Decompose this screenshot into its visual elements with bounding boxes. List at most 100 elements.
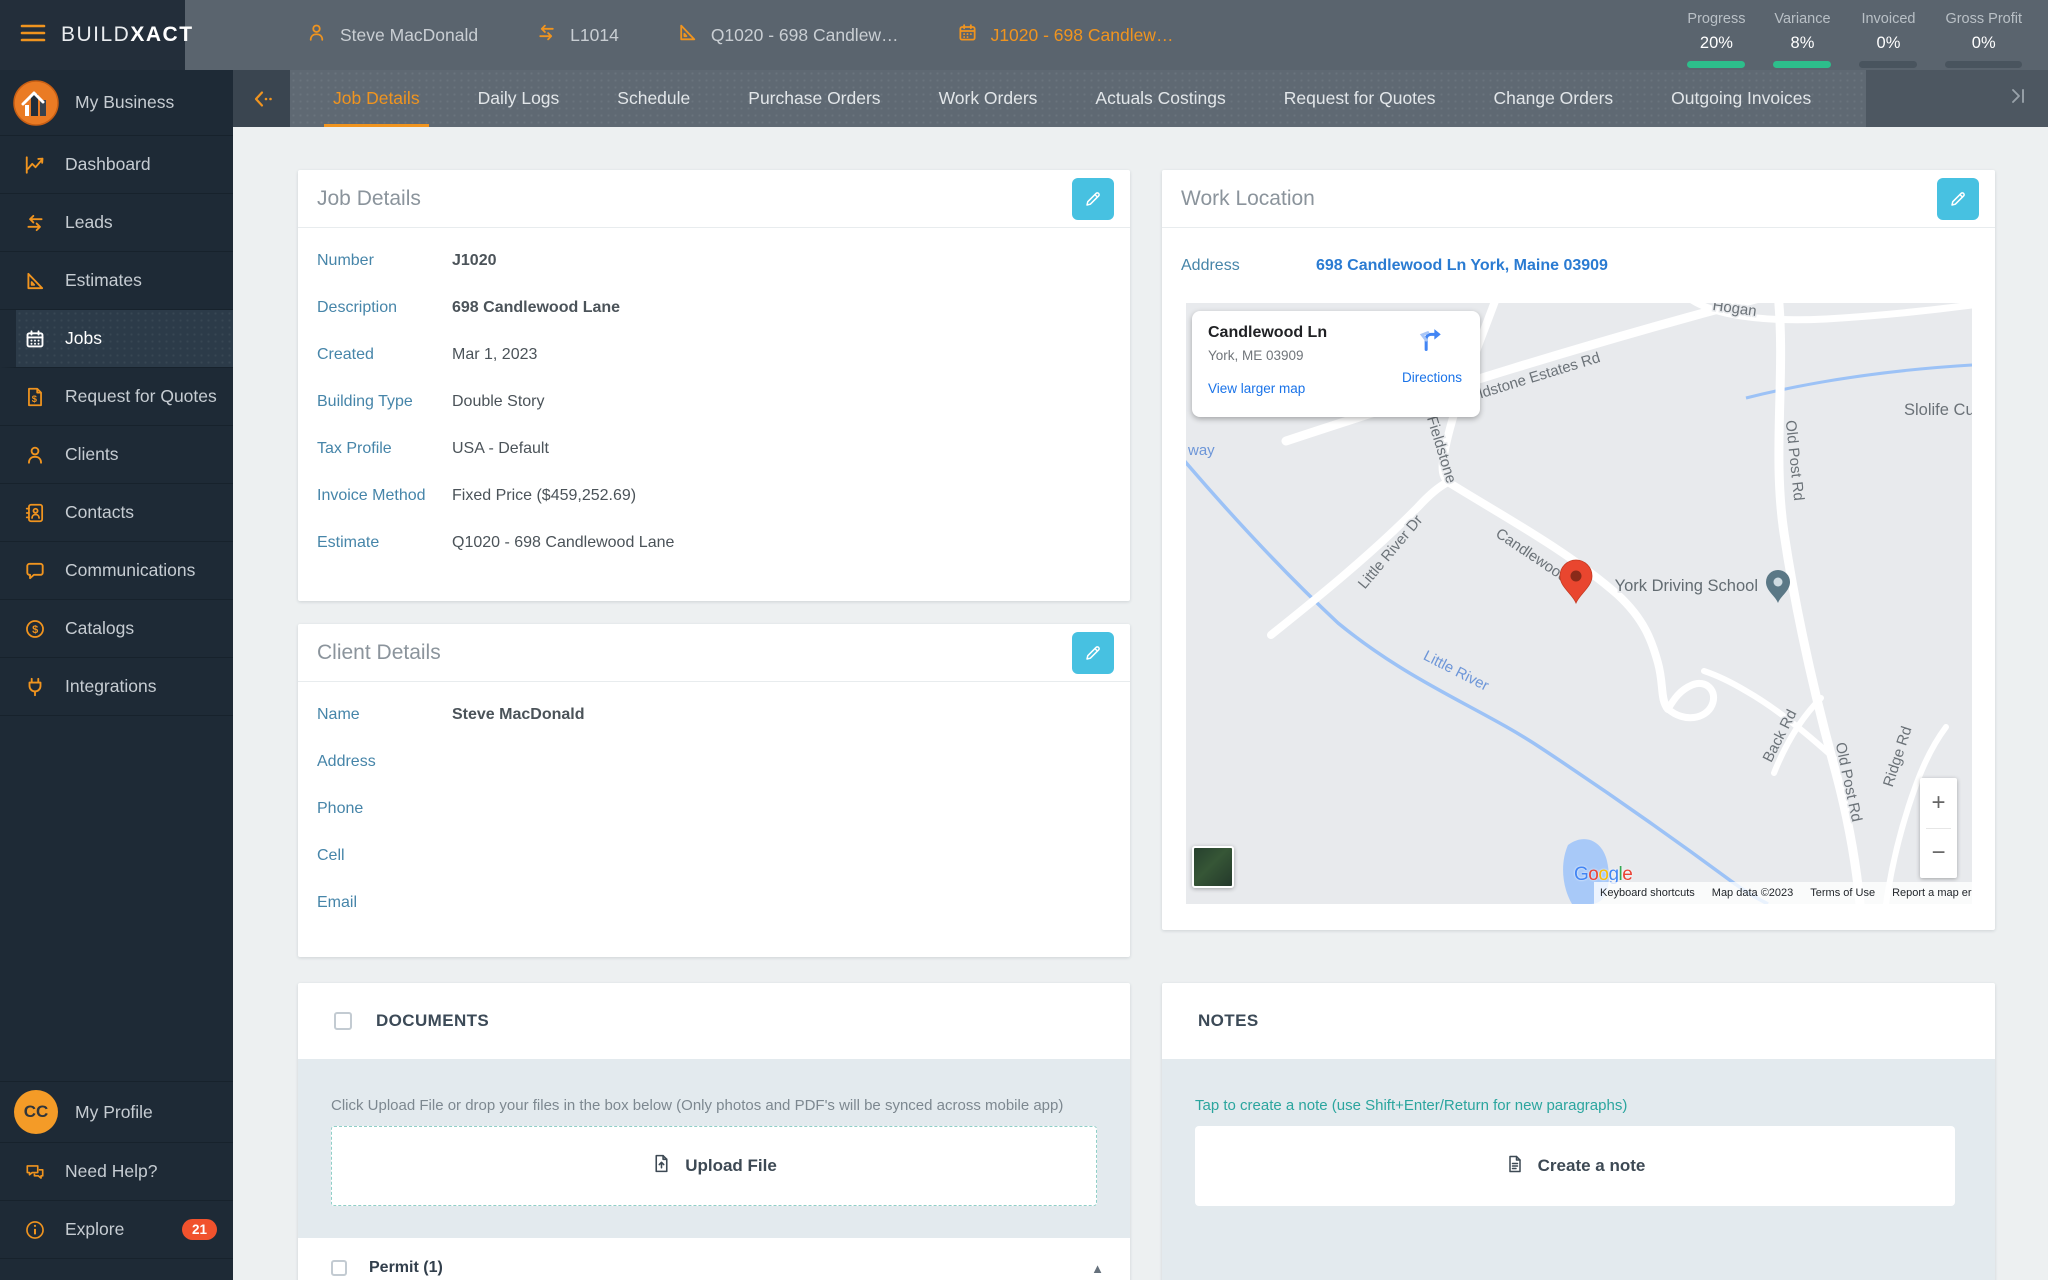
school-map-pin[interactable] <box>1766 570 1790 603</box>
permit-checkbox[interactable] <box>331 1260 347 1276</box>
google-letter: G <box>1574 864 1588 885</box>
notes-title: NOTES <box>1198 1011 1259 1031</box>
sidebar-item-request-for-quotes[interactable]: $ Request for Quotes <box>0 368 233 426</box>
edit-work-location-button[interactable] <box>1937 178 1979 220</box>
keyboard-shortcuts-link[interactable]: Keyboard shortcuts <box>1600 887 1695 899</box>
tab-outgoing-invoices[interactable]: Outgoing Invoices <box>1642 70 1840 127</box>
documents-instruction: Click Upload File or drop your files in … <box>298 1059 1130 1114</box>
stat-variance: Variance 8% <box>1773 0 1831 70</box>
breadcrumb: Steve MacDonald L1014 Q1020 - 698 Candle… <box>306 0 1173 70</box>
stat-gross-profit-value: 0% <box>1972 34 1996 53</box>
field-row-email: Email <box>298 879 1130 926</box>
map-label-york-driving-school: York Driving School <box>1615 577 1758 595</box>
stat-gross-profit-label: Gross Profit <box>1945 11 2022 27</box>
logo-zone: BUILDXACT <box>0 0 185 70</box>
field-value: Fixed Price ($459,252.69) <box>452 487 636 505</box>
job-details-fields: Number J1020 Description 698 Candlewood … <box>298 228 1130 566</box>
terms-of-use-link[interactable]: Terms of Use <box>1810 887 1875 899</box>
job-details-card: Job Details Number J1020 Description 698… <box>298 170 1130 601</box>
document-group-permit[interactable]: Permit (1) ▲ <box>298 1238 1130 1280</box>
field-value: USA - Default <box>452 440 549 458</box>
breadcrumb-estimate[interactable]: Q1020 - 698 Candlew… <box>677 22 899 48</box>
sidebar-item-leads[interactable]: Leads <box>0 194 233 252</box>
sidebar-item-dashboard[interactable]: Dashboard <box>0 136 233 194</box>
sidebar-item-clients[interactable]: Clients <box>0 426 233 484</box>
tab-daily-logs[interactable]: Daily Logs <box>449 70 589 127</box>
calendar-icon <box>957 22 978 48</box>
breadcrumb-lead[interactable]: L1014 <box>536 22 619 48</box>
create-note-button[interactable]: Create a note <box>1195 1126 1955 1206</box>
brand-logo[interactable]: BUILDXACT <box>61 23 194 47</box>
breadcrumb-job-active[interactable]: J1020 - 698 Candlew… <box>957 22 1174 48</box>
sidebar-item-explore[interactable]: Explore 21 <box>0 1201 233 1259</box>
stat-invoiced-bar <box>1859 61 1917 68</box>
tab-actuals-costings[interactable]: Actuals Costings <box>1066 70 1254 127</box>
back-button[interactable] <box>233 70 290 127</box>
tab-strip-right <box>1866 70 2048 127</box>
sidebar-item-estimates[interactable]: Estimates <box>0 252 233 310</box>
tab-request-for-quotes[interactable]: Request for Quotes <box>1255 70 1465 127</box>
explore-count-badge: 21 <box>182 1219 217 1240</box>
edit-job-details-button[interactable] <box>1072 178 1114 220</box>
sidebar-item-label: Need Help? <box>65 1161 157 1182</box>
tab-job-details[interactable]: Job Details <box>304 70 449 127</box>
zoom-in-button[interactable]: + <box>1920 778 1957 828</box>
map-label-slolife: Slolife Cu <box>1904 401 1972 419</box>
documents-select-all-checkbox[interactable] <box>334 1012 352 1030</box>
sidebar-item-communications[interactable]: Communications <box>0 542 233 600</box>
satellite-view-toggle[interactable] <box>1192 846 1234 888</box>
field-row-phone: Phone <box>298 785 1130 832</box>
hamburger-menu-icon[interactable] <box>20 23 46 48</box>
set-square-icon <box>677 22 698 48</box>
communications-bubble-icon <box>24 560 46 582</box>
breadcrumb-client-label: Steve MacDonald <box>340 25 478 46</box>
report-map-error-link[interactable]: Report a map error <box>1892 887 1972 899</box>
address-link[interactable]: 698 Candlewood Ln York, Maine 03909 <box>1316 257 1608 275</box>
sidebar-item-jobs[interactable]: Jobs <box>0 310 233 368</box>
tab-scroll-end-icon[interactable] <box>2006 85 2030 112</box>
map-label-old-post-upper: Old Post Rd <box>1782 419 1807 501</box>
job-details-header: Job Details <box>298 170 1130 228</box>
notes-card: NOTES Tap to create a note (use Shift+En… <box>1162 983 1995 1280</box>
location-marker-pin[interactable] <box>1560 560 1592 603</box>
address-label: Address <box>1181 257 1316 275</box>
tab-work-orders[interactable]: Work Orders <box>910 70 1067 127</box>
sidebar-item-integrations[interactable]: Integrations <box>0 658 233 716</box>
directions-button[interactable]: Directions <box>1394 325 1470 385</box>
sidebar-item-my-business[interactable]: My Business <box>0 70 233 136</box>
company-logo-icon <box>13 80 59 126</box>
tab-schedule[interactable]: Schedule <box>588 70 719 127</box>
documents-title: DOCUMENTS <box>376 1011 489 1031</box>
field-label: Created <box>317 346 452 364</box>
leads-swap-icon <box>24 212 46 234</box>
collapse-caret-icon[interactable]: ▲ <box>1091 1261 1104 1276</box>
sidebar-item-label: Catalogs <box>65 618 134 639</box>
breadcrumb-client[interactable]: Steve MacDonald <box>306 22 478 48</box>
tab-change-orders[interactable]: Change Orders <box>1465 70 1643 127</box>
field-row-estimate: Estimate Q1020 - 698 Candlewood Lane <box>298 519 1130 566</box>
google-map[interactable]: Fieldstone Estates Rd Hogan Old Post Rd … <box>1186 303 1972 904</box>
field-row-address: Address <box>298 738 1130 785</box>
stat-progress-label: Progress <box>1687 11 1745 27</box>
tab-purchase-orders[interactable]: Purchase Orders <box>719 70 909 127</box>
sidebar-item-catalogs[interactable]: $ Catalogs <box>0 600 233 658</box>
zoom-out-button[interactable]: − <box>1920 829 1957 879</box>
documents-card: DOCUMENTS Click Upload File or drop your… <box>298 983 1130 1280</box>
upload-file-dropzone[interactable]: Upload File <box>331 1126 1097 1206</box>
edit-client-details-button[interactable] <box>1072 632 1114 674</box>
field-value: Mar 1, 2023 <box>452 346 537 364</box>
directions-label: Directions <box>1394 370 1470 385</box>
sidebar-item-contacts[interactable]: Contacts <box>0 484 233 542</box>
map-data-label: Map data ©2023 <box>1712 887 1794 899</box>
field-row-name: Name Steve MacDonald <box>298 691 1130 738</box>
client-details-fields: Name Steve MacDonald Address Phone Cell … <box>298 682 1130 926</box>
main-content: Job Details Number J1020 Description 698… <box>233 127 2048 1280</box>
sidebar-bottom-pad <box>0 1259 233 1280</box>
upload-file-label: Upload File <box>685 1156 777 1176</box>
stat-gross-profit: Gross Profit 0% <box>1945 0 2022 70</box>
breadcrumb-job-label: J1020 - 698 Candlew… <box>991 25 1174 46</box>
sidebar-item-my-profile[interactable]: CC My Profile <box>0 1081 233 1143</box>
sidebar-item-need-help[interactable]: Need Help? <box>0 1143 233 1201</box>
dashboard-chart-icon <box>24 154 46 176</box>
stat-variance-value: 8% <box>1791 34 1815 53</box>
